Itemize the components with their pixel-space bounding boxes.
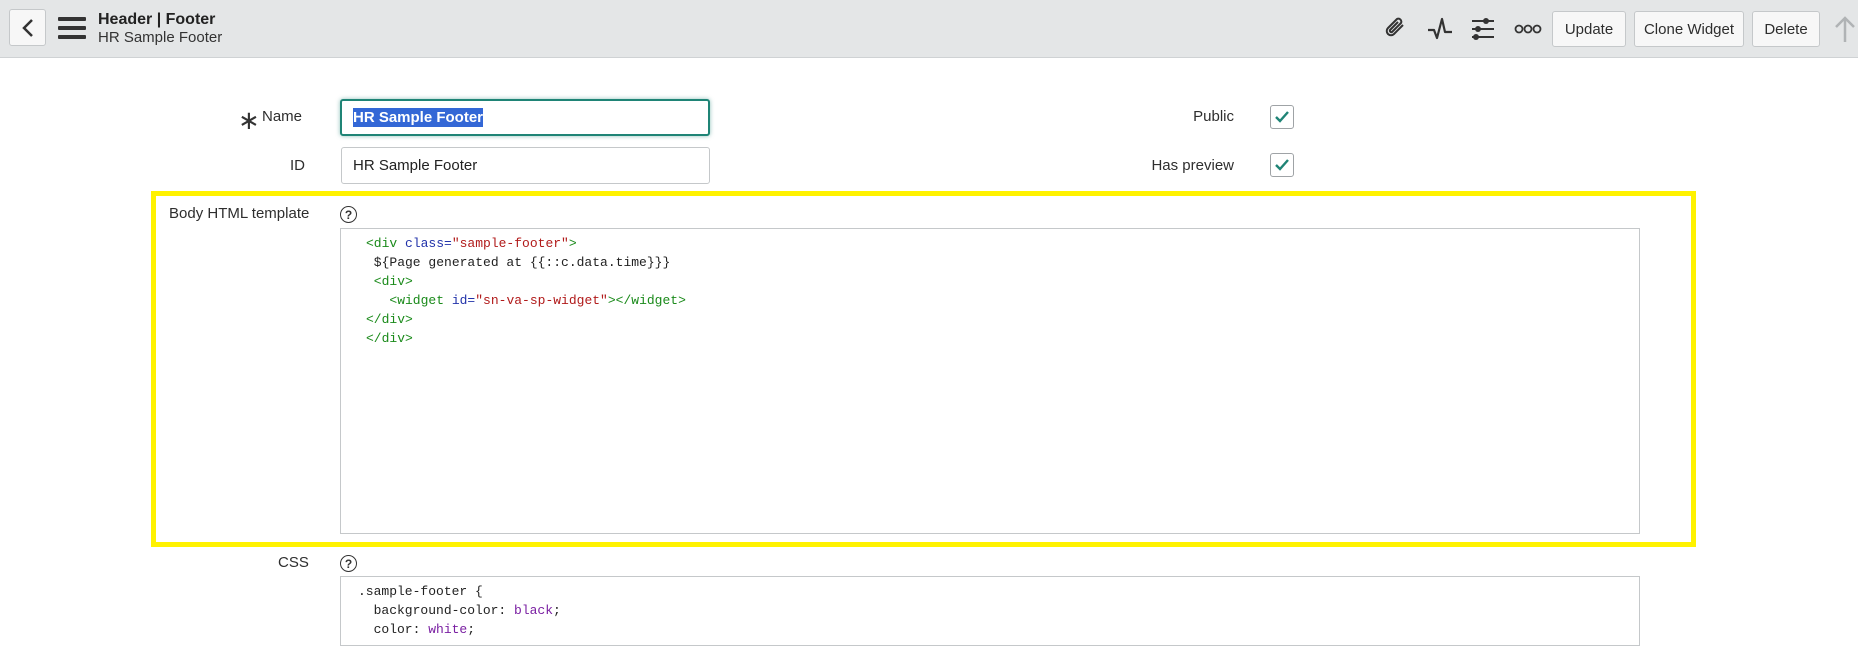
- code-token: class=: [405, 236, 452, 251]
- body-html-editor[interactable]: <div class="sample-footer"> ${Page gener…: [340, 228, 1640, 534]
- id-field-value: HR Sample Footer: [353, 157, 478, 174]
- back-icon: [21, 18, 33, 37]
- code-line: ${Page generated at {{::c.data.time}}}: [366, 253, 670, 272]
- name-field[interactable]: HR Sample Footer: [340, 99, 710, 136]
- arrow-up-icon[interactable]: [1832, 14, 1858, 44]
- code-token: color:: [358, 622, 429, 637]
- code-line: </div>: [366, 329, 413, 348]
- css-label: CSS: [278, 554, 309, 571]
- code-token: .sample-footer {: [358, 584, 483, 599]
- code-line: background-color: black;: [358, 601, 561, 620]
- update-button[interactable]: Update: [1552, 11, 1626, 47]
- back-button[interactable]: [9, 9, 46, 46]
- help-icon[interactable]: ?: [340, 555, 357, 572]
- has-preview-checkbox[interactable]: [1270, 153, 1294, 177]
- page-title: Header | Footer HR Sample Footer: [98, 11, 222, 47]
- code-line: .sample-footer {: [358, 582, 483, 601]
- code-line: </div>: [366, 310, 413, 329]
- check-icon: [1275, 111, 1289, 123]
- body-html-label: Body HTML template: [169, 205, 310, 222]
- id-label: ID: [290, 157, 305, 174]
- form-header: Header | Footer HR Sample Footer Update …: [0, 0, 1858, 58]
- check-icon: [1275, 159, 1289, 171]
- css-editor[interactable]: .sample-footer { background-color: black…: [340, 576, 1640, 646]
- activity-icon[interactable]: [1425, 14, 1455, 44]
- public-label: Public: [1193, 108, 1234, 125]
- code-token: <widget: [366, 293, 452, 308]
- code-token: id=: [451, 293, 476, 308]
- sliders-icon[interactable]: [1468, 14, 1498, 44]
- code-token: ;: [467, 622, 476, 637]
- required-icon: ∗: [238, 105, 260, 135]
- code-line: <div>: [366, 272, 413, 291]
- code-token: </div>: [366, 331, 413, 346]
- id-field[interactable]: HR Sample Footer: [341, 147, 710, 184]
- code-token: >: [568, 236, 577, 251]
- name-field-value: HR Sample Footer: [353, 108, 484, 127]
- code-line: <div class="sample-footer">: [366, 234, 577, 253]
- code-token: <div: [366, 236, 406, 251]
- page-title-sub: HR Sample Footer: [98, 29, 223, 46]
- code-token: ${Page generated at {{::c.data.time}}}: [366, 255, 671, 270]
- code-token: ;: [553, 603, 561, 618]
- more-icon[interactable]: [1513, 14, 1543, 44]
- help-icon[interactable]: ?: [340, 206, 357, 223]
- code-token: <div>: [366, 274, 413, 289]
- code-line: <widget id="sn-va-sp-widget"></widget>: [366, 291, 686, 310]
- clone-widget-button[interactable]: Clone Widget: [1634, 11, 1744, 47]
- code-token: "sn-va-sp-widget": [475, 293, 608, 308]
- code-token: white: [428, 622, 468, 637]
- paperclip-icon[interactable]: [1381, 14, 1411, 44]
- code-token: </div>: [366, 312, 413, 327]
- code-token: "sample-footer": [451, 236, 569, 251]
- code-line: color: white;: [358, 620, 475, 639]
- delete-button[interactable]: Delete: [1752, 11, 1820, 47]
- name-label: Name: [262, 108, 303, 125]
- has-preview-label: Has preview: [1151, 157, 1234, 174]
- menu-icon[interactable]: [58, 17, 86, 39]
- public-checkbox[interactable]: [1270, 105, 1294, 129]
- code-token: black: [514, 603, 554, 618]
- code-token: background-color:: [358, 603, 515, 618]
- page-title-main: Header | Footer: [98, 11, 216, 28]
- code-token: ></widget>: [607, 293, 686, 308]
